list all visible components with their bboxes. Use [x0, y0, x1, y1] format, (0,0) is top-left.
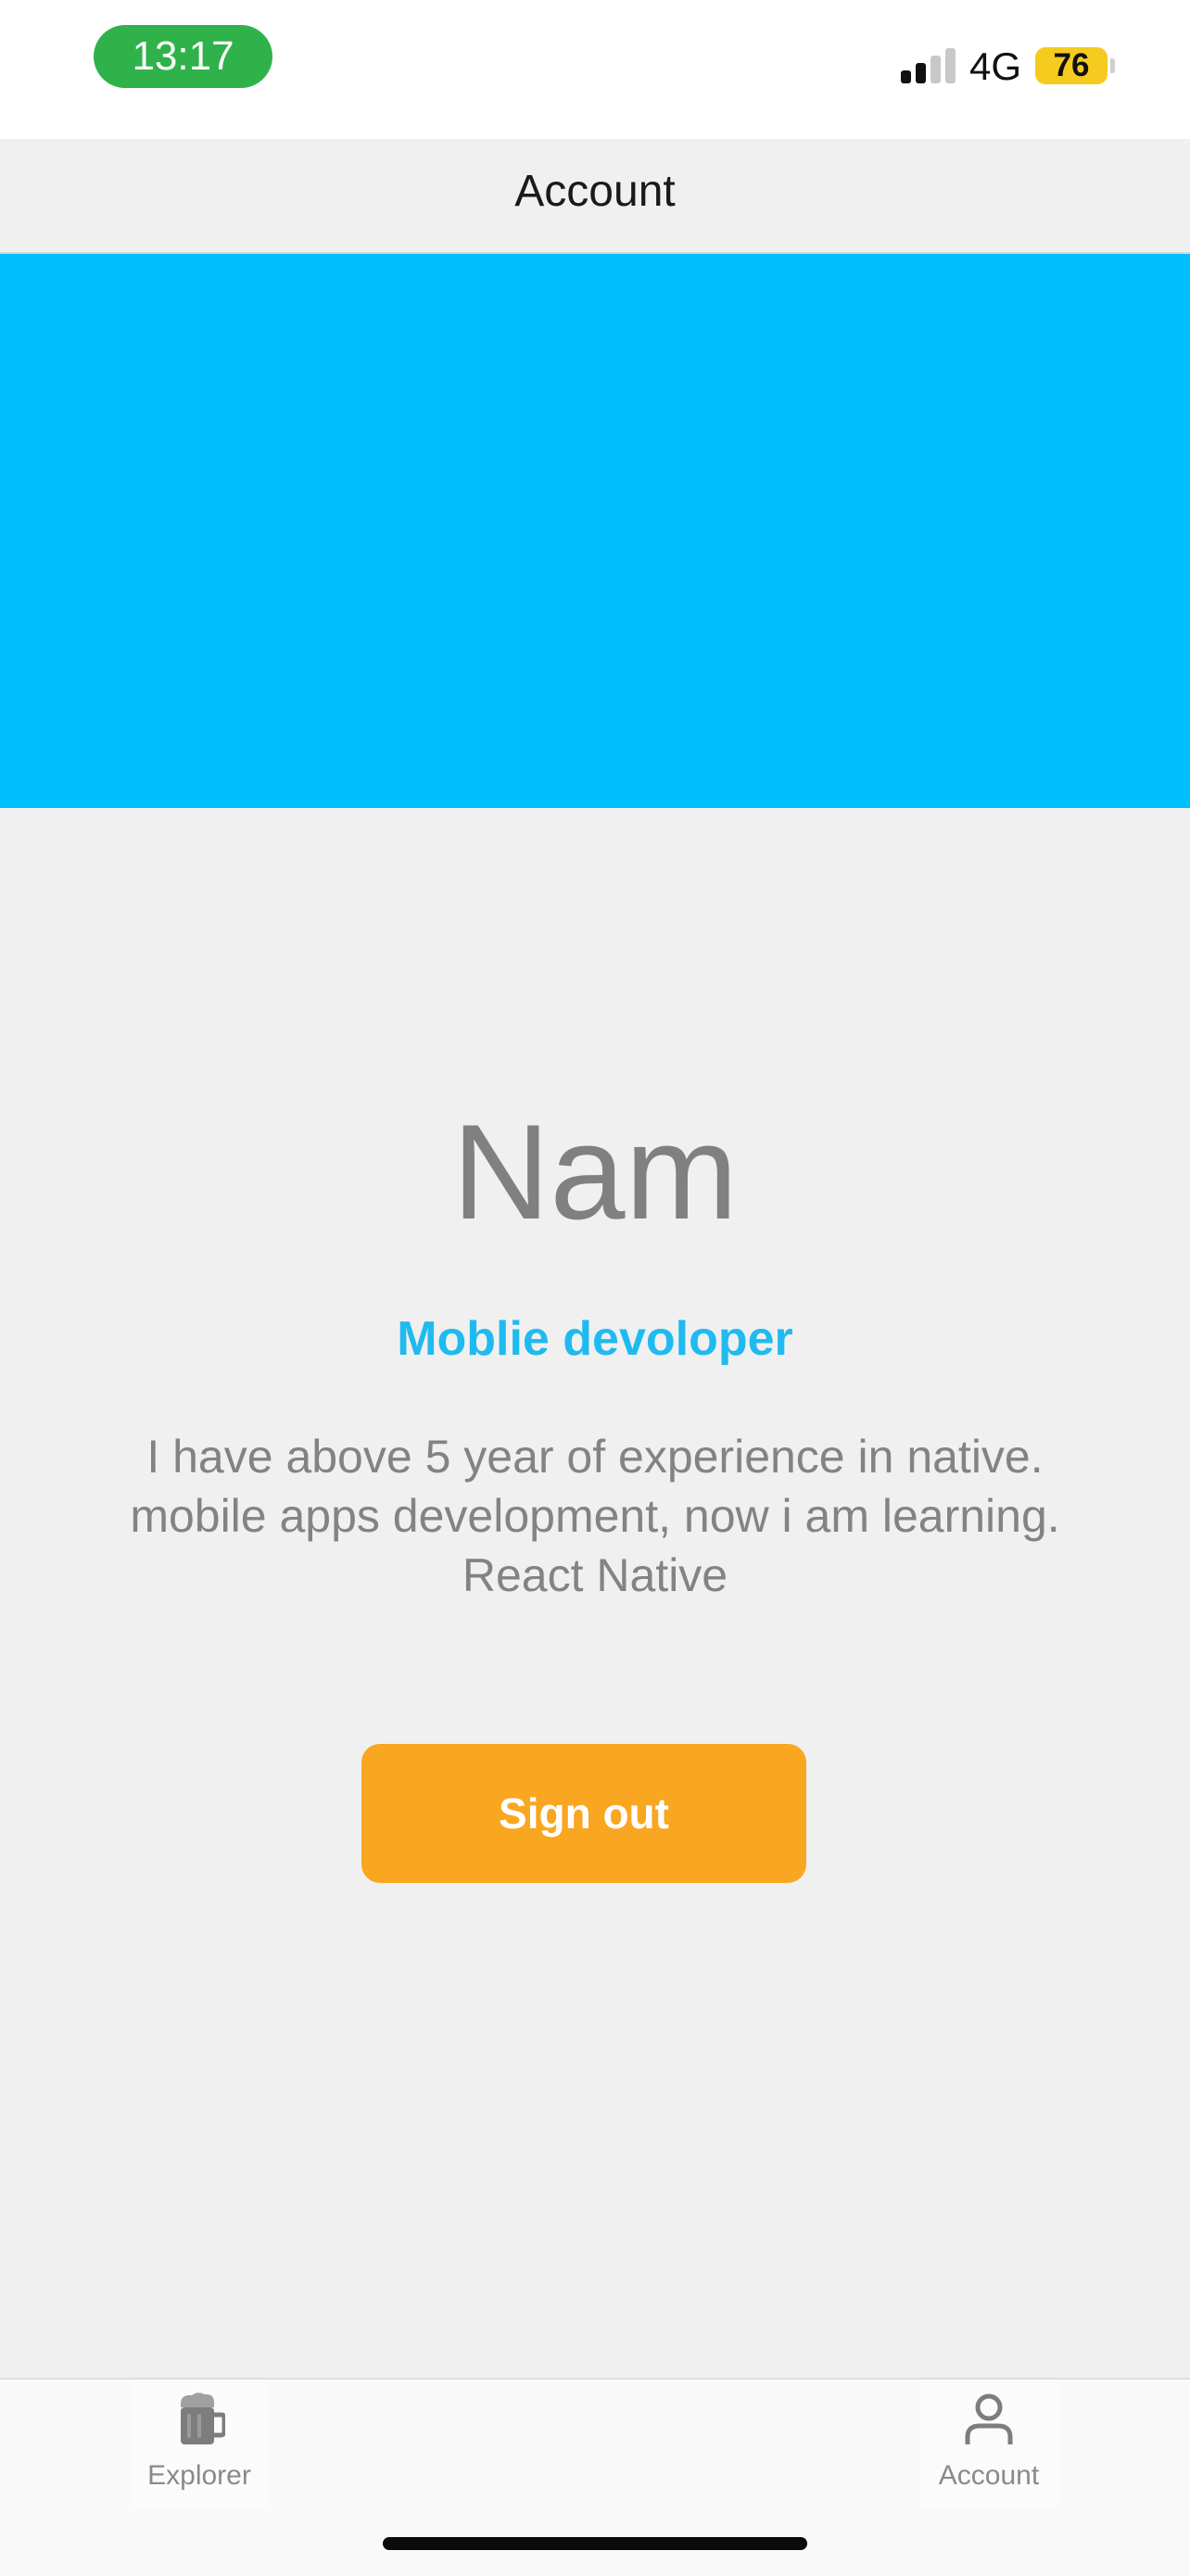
tab-label: Account [938, 2460, 1040, 2491]
beer-mug-icon [181, 2393, 225, 2444]
signal-bar [916, 63, 926, 83]
status-bar: 13:17 4G 76 [0, 0, 1190, 139]
status-time: 13:17 [94, 25, 272, 88]
home-indicator[interactable] [383, 2537, 807, 2550]
bio-line: mobile apps development, now i am learni… [130, 1490, 1060, 1542]
bio-line: I have above 5 year of experience in nat… [146, 1431, 1044, 1483]
signal-bar [901, 70, 911, 83]
page-title: Account [514, 167, 676, 216]
profile-name: Nam [451, 1096, 739, 1247]
profile-bio: I have above 5 year of experience in nat… [56, 1427, 1134, 1605]
tab-account[interactable]: Account [919, 2380, 1058, 2509]
cover-banner [0, 254, 1190, 808]
signal-strength-icon [901, 46, 956, 83]
signal-bar [930, 56, 941, 83]
battery-icon: 76 [1035, 47, 1108, 84]
signal-bar [945, 48, 956, 83]
profile-role: Moblie devoloper [397, 1312, 793, 1366]
tab-explorer[interactable]: Explorer [130, 2380, 269, 2509]
network-type: 4G [969, 44, 1022, 88]
bio-line: React Native [462, 1549, 728, 1601]
tab-label: Explorer [147, 2460, 251, 2491]
battery-cap [1110, 58, 1115, 73]
sign-out-button[interactable]: Sign out [361, 1744, 806, 1883]
user-icon [965, 2393, 1013, 2444]
